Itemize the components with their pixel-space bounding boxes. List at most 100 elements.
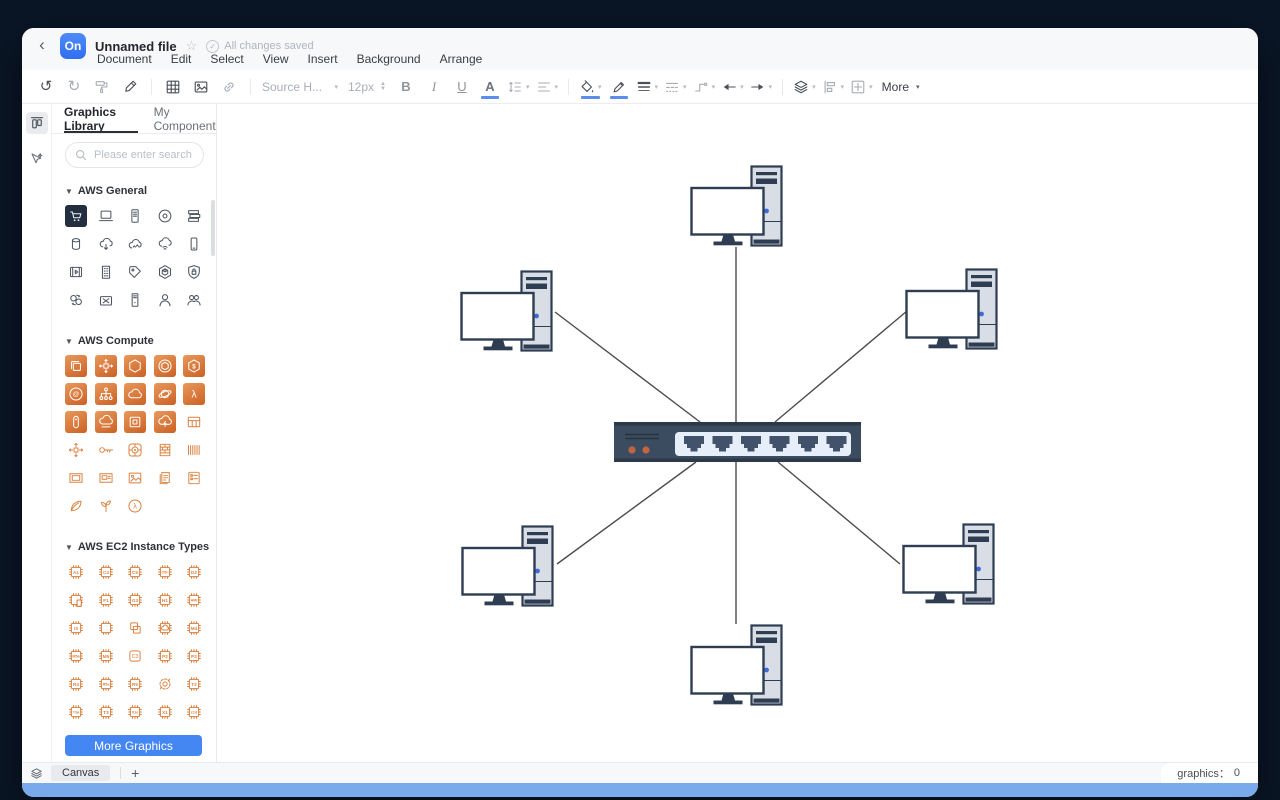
toolbar-undo[interactable]: ↺ (35, 75, 57, 99)
shape-ec2-C4[interactable]: C4 (95, 561, 117, 583)
workstation-lower-left[interactable] (463, 527, 553, 606)
tab-graphics-library[interactable]: Graphics Library (64, 104, 138, 133)
shape-leaf[interactable] (65, 495, 87, 517)
shape-cloud-upload[interactable] (124, 233, 146, 255)
shapes-panel-icon[interactable] (26, 112, 48, 134)
shape-ec2-H1[interactable]: H1 (154, 589, 176, 611)
toolbar-format-brush[interactable] (119, 75, 141, 99)
menu-view[interactable]: View (263, 52, 289, 66)
toolbar-line-style[interactable]: ▾ (664, 75, 687, 99)
section-header-aws-compute[interactable]: ▼AWS Compute (65, 335, 216, 347)
shape-ec2-I3[interactable]: I3 (65, 617, 87, 639)
shape-server-bricks[interactable] (154, 439, 176, 461)
shape-chip-blank[interactable] (95, 617, 117, 639)
canvas-page-tab[interactable]: Canvas (51, 765, 110, 781)
shape-ec2-instances[interactable] (65, 355, 87, 377)
shape-elastic-inference[interactable]: @ (65, 383, 87, 405)
drawing-canvas[interactable] (217, 104, 1258, 762)
toolbar-redo[interactable]: ↻ (63, 75, 85, 99)
shape-serverless-ring[interactable]: λ (124, 495, 146, 517)
shape-chip-device[interactable] (65, 589, 87, 611)
shape-container-barcode[interactable] (183, 439, 205, 461)
network-link[interactable] (557, 462, 696, 564)
menu-select[interactable]: Select (210, 52, 243, 66)
shape-region-target[interactable] (124, 439, 146, 461)
shape-ec2-P2[interactable]: P2 (154, 645, 176, 667)
section-header-aws-general[interactable]: ▼AWS General (65, 185, 216, 197)
toolbar-line-color[interactable] (608, 75, 630, 99)
shape-ec2-F1[interactable]: F1 (95, 589, 117, 611)
shape-database[interactable] (65, 233, 87, 255)
shape-search-box[interactable] (65, 142, 204, 168)
menu-insert[interactable]: Insert (308, 52, 338, 66)
menu-background[interactable]: Background (357, 52, 421, 66)
shape-global-compute[interactable] (154, 383, 176, 405)
toolbar-connector-style[interactable]: ▾ (693, 75, 716, 99)
toolbar-arrow-end[interactable]: ▾ (750, 75, 773, 99)
shape-ec2-P3[interactable]: P3 (183, 645, 205, 667)
shape-scale-arrows[interactable] (65, 439, 87, 461)
toolbar-italic[interactable]: I (423, 75, 445, 99)
shape-shield-lock[interactable] (183, 261, 205, 283)
toolbar-more-menu[interactable]: More▾ (882, 80, 920, 94)
shape-ami-card[interactable] (65, 467, 87, 489)
workstation-upper-right[interactable] (907, 270, 997, 349)
workstation-top[interactable] (692, 167, 782, 246)
toolbar-underline[interactable]: U (451, 75, 473, 99)
shape-compute-hexagon[interactable] (124, 355, 146, 377)
shape-ec2-X1[interactable]: X1 (154, 701, 176, 723)
shape-key-pair[interactable] (95, 439, 117, 461)
shape-snapshot-image[interactable] (124, 467, 146, 489)
network-switch[interactable] (462, 167, 997, 705)
shape-vm-table[interactable] (183, 411, 205, 433)
shape-ec2-T3a[interactable]: T3a (65, 701, 87, 723)
shape-ec2-D2[interactable]: D2 (183, 561, 205, 583)
shape-traditional-server[interactable] (95, 205, 117, 227)
toolbar-line-height[interactable]: ▾ (507, 75, 530, 99)
toolbar-line-width[interactable]: ▾ (636, 75, 659, 99)
shape-cube-package[interactable] (154, 261, 176, 283)
shape-toolkit[interactable] (95, 289, 117, 311)
shape-ec2-C5[interactable]: C5 (124, 561, 146, 583)
shape-savings-plans[interactable]: $ (183, 355, 205, 377)
more-graphics-button[interactable]: More Graphics (65, 735, 202, 756)
toolbar-font-family-select[interactable]: Source H...▾ (262, 80, 338, 94)
app-logo[interactable]: On (60, 33, 86, 59)
shape-chip-cloud[interactable] (154, 617, 176, 639)
network-link[interactable] (555, 312, 700, 422)
toolbar-layers[interactable]: ▾ (793, 75, 816, 99)
shape-auto-scaling[interactable] (95, 355, 117, 377)
shape-ec2-R4[interactable]: R4 (65, 673, 87, 695)
shape-generic-storage[interactable] (183, 205, 205, 227)
pages-stack-icon[interactable] (30, 767, 43, 780)
shape-ec2-X1e[interactable]: X1e (124, 701, 146, 723)
section-header-aws-ec2-instance-types[interactable]: ▼AWS EC2 Instance Types (65, 541, 216, 553)
toolbar-align-objects[interactable]: ▾ (822, 75, 845, 99)
shape-marketplace-cart[interactable] (65, 205, 87, 227)
menu-edit[interactable]: Edit (171, 52, 192, 66)
workstation-upper-left[interactable] (462, 272, 552, 351)
workstation-lower-right[interactable] (904, 525, 994, 604)
workstation-bottom[interactable] (692, 626, 782, 705)
toolbar-insert-image[interactable] (190, 75, 212, 99)
back-button[interactable]: ‹ (33, 35, 51, 55)
add-page-button[interactable]: + (131, 766, 139, 780)
shape-ec2-R5[interactable]: R5 (124, 673, 146, 695)
search-input[interactable] (92, 148, 194, 162)
shape-cloud-download[interactable] (95, 233, 117, 255)
shape-multimedia[interactable] (65, 261, 87, 283)
shape-ec2-M5a[interactable]: M5a (65, 645, 87, 667)
shape-cloud-burst[interactable] (154, 411, 176, 433)
toolbar-insert-link[interactable] (218, 75, 240, 99)
shape-chip-C3[interactable]: C3 (124, 645, 146, 667)
shape-ec2-M4[interactable]: M4 (183, 617, 205, 639)
shape-instance-card[interactable] (95, 467, 117, 489)
toolbar-bold[interactable]: B (395, 75, 417, 99)
shape-ec2-HMI[interactable]: HMI (183, 589, 205, 611)
shape-document-stack[interactable] (154, 467, 176, 489)
toolbar-font-color[interactable]: A (479, 75, 501, 99)
shape-compute-cloud[interactable] (124, 383, 146, 405)
shape-cloud-wireless[interactable] (154, 233, 176, 255)
shape-compute-optimizer[interactable] (154, 355, 176, 377)
shape-corporate-office[interactable] (95, 261, 117, 283)
